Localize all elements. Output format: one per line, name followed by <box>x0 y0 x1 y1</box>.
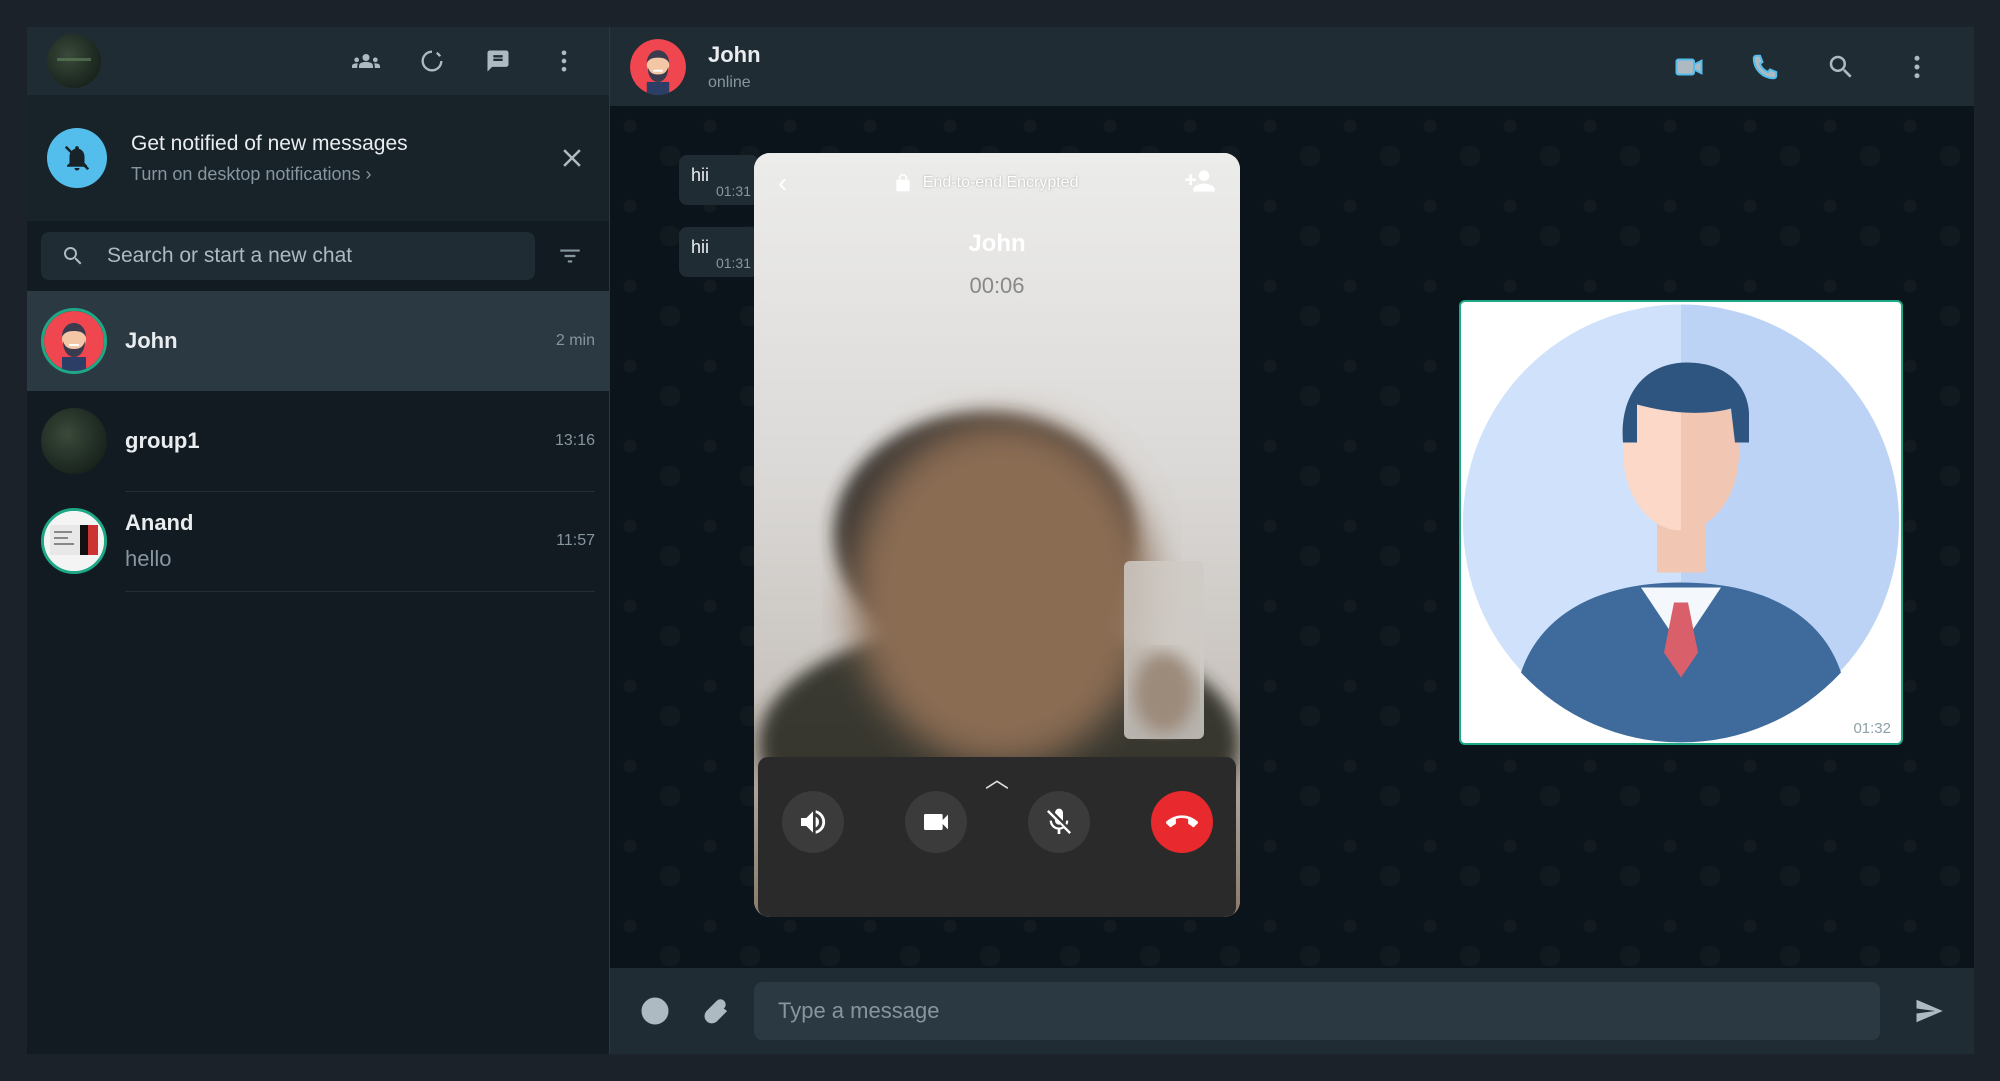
avatar <box>41 508 107 574</box>
expand-icon[interactable]: ︿ <box>985 759 1009 794</box>
menu-icon[interactable] <box>1902 52 1932 82</box>
contact-status: online <box>708 73 751 91</box>
close-icon[interactable] <box>557 143 587 173</box>
message-time: 01:31 <box>715 183 751 199</box>
encryption-text: End-to-end Encrypted <box>922 174 1079 191</box>
filter-icon[interactable] <box>555 241 585 271</box>
contact-name: John <box>708 41 761 67</box>
back-icon[interactable]: ‹ <box>778 167 787 199</box>
speaker-button[interactable] <box>782 791 844 853</box>
search-input[interactable] <box>105 243 489 269</box>
add-participant-icon[interactable] <box>1184 165 1216 202</box>
message-input-box[interactable] <box>754 982 1880 1040</box>
sidebar-header <box>27 27 609 95</box>
my-profile-avatar[interactable] <box>47 34 101 88</box>
camera-button[interactable] <box>905 791 967 853</box>
avatar <box>41 308 107 374</box>
new-chat-icon[interactable] <box>483 46 513 76</box>
message-text: hii <box>691 165 710 185</box>
notification-banner[interactable]: Get notified of new messages Turn on des… <box>27 95 609 221</box>
chat-last-message: hello <box>125 545 172 571</box>
chat-time: 13:16 <box>554 431 595 449</box>
image-message[interactable]: 01:32 <box>1459 300 1903 745</box>
mic-off-icon <box>1047 808 1071 834</box>
video-call-icon[interactable] <box>1674 52 1704 82</box>
video-call-window[interactable]: ‹ End-to-end Encrypted John 00:06 ︿ <box>754 153 1240 917</box>
message-bubble[interactable]: hii 01:31 <box>679 155 759 205</box>
call-top-bar: ‹ End-to-end Encrypted <box>754 153 1240 213</box>
status-icon[interactable] <box>417 46 447 76</box>
chat-name: group1 <box>125 427 200 453</box>
message-text: hii <box>691 237 710 257</box>
notification-link[interactable]: Turn on desktop notifications › <box>131 164 408 185</box>
app-window: Get notified of new messages Turn on des… <box>27 27 1974 1054</box>
notification-title: Get notified of new messages <box>131 131 408 155</box>
voice-call-icon[interactable] <box>1750 52 1780 82</box>
chat-item-anand[interactable]: Anand hello 11:57 <box>27 491 609 592</box>
speaker-icon <box>801 810 826 834</box>
avatar <box>41 408 107 474</box>
sidebar: Get notified of new messages Turn on des… <box>27 27 610 1054</box>
end-call-button[interactable] <box>1151 791 1213 853</box>
encryption-label: End-to-end Encrypted <box>893 173 1079 193</box>
hang-up-icon <box>1166 815 1198 828</box>
send-icon[interactable] <box>1914 996 1944 1026</box>
message-input[interactable] <box>776 997 1858 1025</box>
attach-icon[interactable] <box>700 996 730 1026</box>
bell-off-icon <box>47 128 107 188</box>
search-row <box>27 221 609 291</box>
conversation-panel: John online hii 01:31 hii 01:31 01:32 ‹ … <box>610 27 1974 1054</box>
menu-icon[interactable] <box>549 46 579 76</box>
search-box[interactable] <box>41 232 535 280</box>
chat-item-john[interactable]: John 2 min <box>27 291 609 391</box>
chat-name: Anand <box>125 509 194 535</box>
lock-icon <box>896 173 910 192</box>
video-icon <box>924 814 948 830</box>
composer <box>610 968 1974 1054</box>
conversation-header[interactable]: John online <box>610 27 1974 106</box>
message-bubble[interactable]: hii 01:31 <box>679 227 759 277</box>
message-time: 01:31 <box>715 255 751 271</box>
avatar[interactable] <box>630 38 686 95</box>
emoji-icon[interactable] <box>640 996 670 1026</box>
chat-time: 2 min <box>555 332 595 349</box>
search-icon[interactable] <box>1826 52 1856 82</box>
mute-button[interactable] <box>1028 791 1090 853</box>
caller-name: John <box>968 230 1026 257</box>
communities-icon[interactable] <box>351 46 381 76</box>
call-timer: 00:06 <box>969 273 1025 298</box>
chat-item-group1[interactable]: group1 13:16 <box>27 391 609 492</box>
chat-name: John <box>125 328 178 353</box>
chat-time: 11:57 <box>556 531 595 549</box>
message-time: 01:32 <box>1853 720 1891 737</box>
contact-illustration <box>1463 304 1899 743</box>
search-icon <box>64 247 82 265</box>
call-controls: ︿ <box>758 757 1236 917</box>
